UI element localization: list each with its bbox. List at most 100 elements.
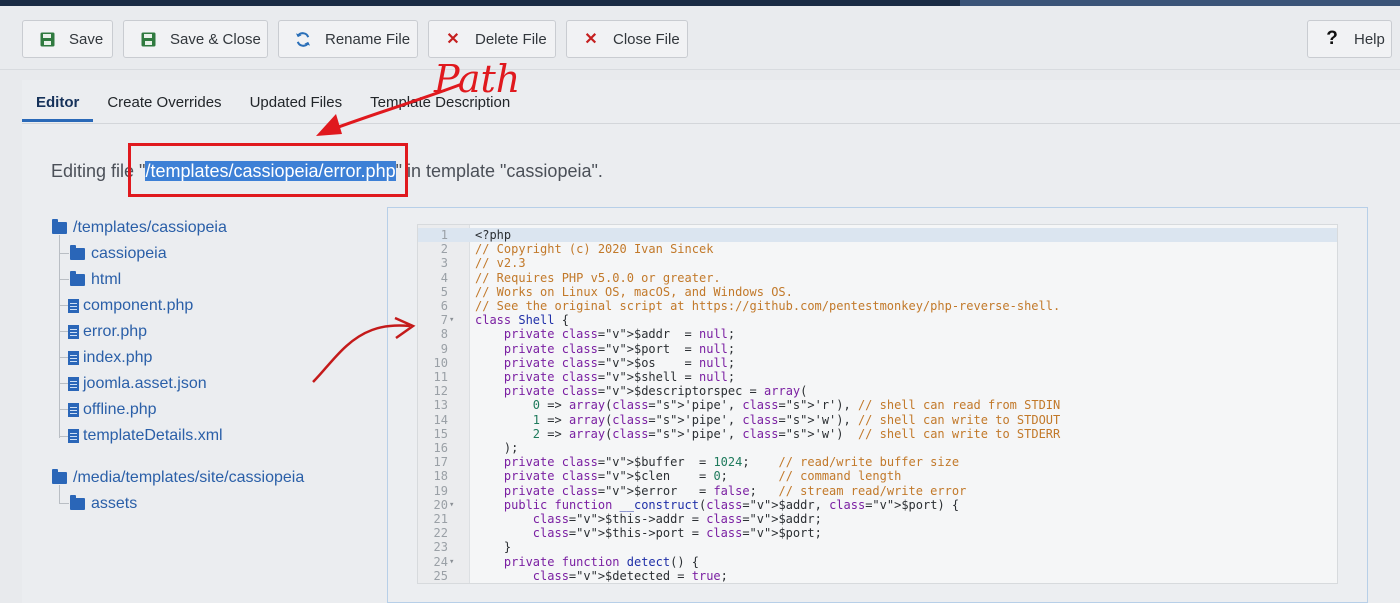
tree-file-error[interactable]: error.php bbox=[68, 323, 147, 341]
line-number: 1 bbox=[440, 228, 448, 242]
line-number: 14 bbox=[433, 412, 448, 427]
folder-icon bbox=[70, 245, 85, 260]
tree-file-template-details[interactable]: templateDetails.xml bbox=[68, 427, 223, 445]
tree-guide bbox=[59, 279, 69, 280]
tree-folder-html[interactable]: html bbox=[70, 271, 121, 289]
delete-file-button[interactable]: ✕ Delete File bbox=[428, 20, 556, 58]
code-line[interactable]: 17 private class="v">$buffer = 1024; // … bbox=[418, 455, 1337, 470]
code-line[interactable]: 1 <?php bbox=[418, 228, 1337, 243]
tree-label: /templates/cassiopeia bbox=[73, 219, 227, 236]
code-line[interactable]: 20 ▾ public function __construct(class="v… bbox=[418, 497, 1337, 512]
line-number: 17 bbox=[433, 455, 448, 470]
code-text: // Requires PHP v5.0.0 or greater. bbox=[475, 270, 721, 285]
tree-guide bbox=[59, 485, 60, 503]
tree-file-offline[interactable]: offline.php bbox=[68, 401, 157, 419]
fold-arrow-icon[interactable]: ▾ bbox=[449, 313, 454, 327]
fold-arrow-icon[interactable]: ▾ bbox=[449, 498, 454, 512]
tab-create-overrides[interactable]: Create Overrides bbox=[93, 84, 235, 122]
tree-file-index[interactable]: index.php bbox=[68, 349, 152, 367]
code-text: } bbox=[475, 540, 512, 555]
question-mark-icon: ? bbox=[1326, 28, 1338, 49]
tree-label: component.php bbox=[83, 297, 194, 314]
code-line[interactable]: 13 0 => array(class="s">'pipe', class="s… bbox=[418, 398, 1337, 413]
help-button[interactable]: ? Help bbox=[1307, 20, 1392, 58]
code-line[interactable]: 8 private class="v">$addr = null; bbox=[418, 327, 1337, 341]
file-icon bbox=[68, 429, 79, 443]
line-number: 6 bbox=[440, 299, 448, 313]
code-line[interactable]: 22 class="v">$this->port = class="v">$po… bbox=[418, 526, 1337, 540]
folder-icon bbox=[52, 469, 67, 484]
code-line[interactable]: 4 // Requires PHP v5.0.0 or greater. bbox=[418, 270, 1337, 285]
file-icon bbox=[68, 325, 79, 339]
refresh-icon bbox=[295, 31, 311, 47]
code-line[interactable]: 23 } bbox=[418, 540, 1337, 555]
code-text: <?php bbox=[475, 228, 512, 242]
tab-updated-files[interactable]: Updated Files bbox=[236, 84, 357, 122]
code-editor[interactable]: 1 <?php 2 // Copyright (c) 2020 Ivan Sincek… bbox=[417, 224, 1338, 584]
editing-suffix: " in template "cassiopeia". bbox=[395, 161, 603, 181]
save-close-button[interactable]: Save & Close bbox=[123, 20, 268, 58]
save-button[interactable]: Save bbox=[22, 20, 113, 58]
tree-guide bbox=[59, 235, 60, 438]
line-number: 4 bbox=[440, 270, 448, 285]
tree-guide bbox=[59, 253, 69, 254]
code-text: private class="v">$clen = 0; // command … bbox=[503, 469, 902, 484]
line-number: 21 bbox=[433, 512, 448, 526]
tree-label: templateDetails.xml bbox=[83, 427, 223, 444]
code-line[interactable]: 18 private class="v">$clen = 0; // comma… bbox=[418, 469, 1337, 484]
line-number: 13 bbox=[433, 398, 448, 413]
code-line[interactable]: 21 class="v">$this->addr = class="v">$ad… bbox=[418, 512, 1337, 526]
code-line[interactable]: 15 2 => array(class="s">'pipe', class="s… bbox=[418, 427, 1337, 441]
line-number: 24 bbox=[433, 554, 448, 569]
code-line[interactable]: 11 private class="v">$shell = null; bbox=[418, 370, 1337, 384]
line-number: 3 bbox=[440, 256, 448, 271]
help-label: Help bbox=[1354, 30, 1385, 48]
code-text: public function __construct(class="v">$a… bbox=[503, 497, 960, 512]
close-file-label: Close File bbox=[613, 30, 680, 48]
code-line[interactable]: 14 1 => array(class="s">'pipe', class="s… bbox=[418, 412, 1337, 427]
tree-folder-media[interactable]: /media/templates/site/cassiopeia bbox=[52, 469, 304, 487]
close-file-button[interactable]: ✕ Close File bbox=[566, 20, 688, 58]
file-icon bbox=[68, 299, 79, 313]
fold-arrow-icon[interactable]: ▾ bbox=[449, 555, 454, 569]
line-number: 20 bbox=[433, 497, 448, 512]
tree-file-component[interactable]: component.php bbox=[68, 297, 193, 315]
code-line[interactable]: 24 ▾ private function detect() { bbox=[418, 554, 1337, 569]
tree-folder-cassiopeia[interactable]: cassiopeia bbox=[70, 245, 167, 263]
code-line[interactable]: 6 // See the original script at https://g… bbox=[418, 299, 1337, 313]
code-text: private class="v">$shell = null; bbox=[503, 370, 736, 384]
close-x-icon: ✕ bbox=[446, 31, 460, 48]
code-line[interactable]: 16 ); bbox=[418, 441, 1337, 455]
code-line[interactable]: 19 private class="v">$error = false; // … bbox=[418, 484, 1337, 498]
code-line[interactable]: 9 private class="v">$port = null; bbox=[418, 342, 1337, 356]
code-text: private class="v">$os = null; bbox=[503, 355, 736, 370]
rename-file-button[interactable]: Rename File bbox=[278, 20, 418, 58]
code-line[interactable]: 12 private class="v">$descriptorspec = a… bbox=[418, 384, 1337, 399]
tree-folder-templates[interactable]: /templates/cassiopeia bbox=[52, 219, 227, 237]
delete-file-label: Delete File bbox=[475, 30, 547, 48]
code-text: private function detect() { bbox=[503, 554, 700, 569]
code-line[interactable]: 3 // v2.3 bbox=[418, 256, 1337, 271]
tab-template-description[interactable]: Template Description bbox=[356, 84, 524, 122]
line-number: 5 bbox=[440, 284, 448, 299]
tree-folder-assets[interactable]: assets bbox=[70, 495, 137, 513]
line-number: 16 bbox=[433, 441, 448, 455]
tab-editor[interactable]: Editor bbox=[22, 84, 94, 122]
tree-label: index.php bbox=[83, 349, 153, 366]
tab-bar: Editor Create Overrides Updated Files Te… bbox=[22, 84, 524, 124]
code-text: // v2.3 bbox=[475, 256, 526, 271]
tree-file-joomla-asset[interactable]: joomla.asset.json bbox=[68, 375, 207, 393]
line-number: 7 bbox=[440, 313, 448, 328]
folder-icon bbox=[70, 495, 85, 510]
code-line[interactable]: 7 ▾ class Shell { bbox=[418, 313, 1337, 328]
code-text: private class="v">$descriptorspec = arra… bbox=[503, 384, 808, 399]
code-text: 0 => array(class="s">'pipe', class="s">'… bbox=[532, 398, 1061, 413]
code-line[interactable]: 2 // Copyright (c) 2020 Ivan Sincek bbox=[418, 242, 1337, 256]
code-line[interactable]: 25 class="v">$detected = true; bbox=[418, 568, 1337, 583]
line-number: 12 bbox=[433, 384, 448, 399]
code-line[interactable]: 5 // Works on Linux OS, macOS, and Window… bbox=[418, 284, 1337, 299]
code-line[interactable]: 10 private class="v">$os = null; bbox=[418, 355, 1337, 370]
line-number: 11 bbox=[433, 370, 448, 384]
code-text: class="v">$detected = true; bbox=[532, 568, 728, 583]
tree-label: error.php bbox=[83, 323, 148, 340]
